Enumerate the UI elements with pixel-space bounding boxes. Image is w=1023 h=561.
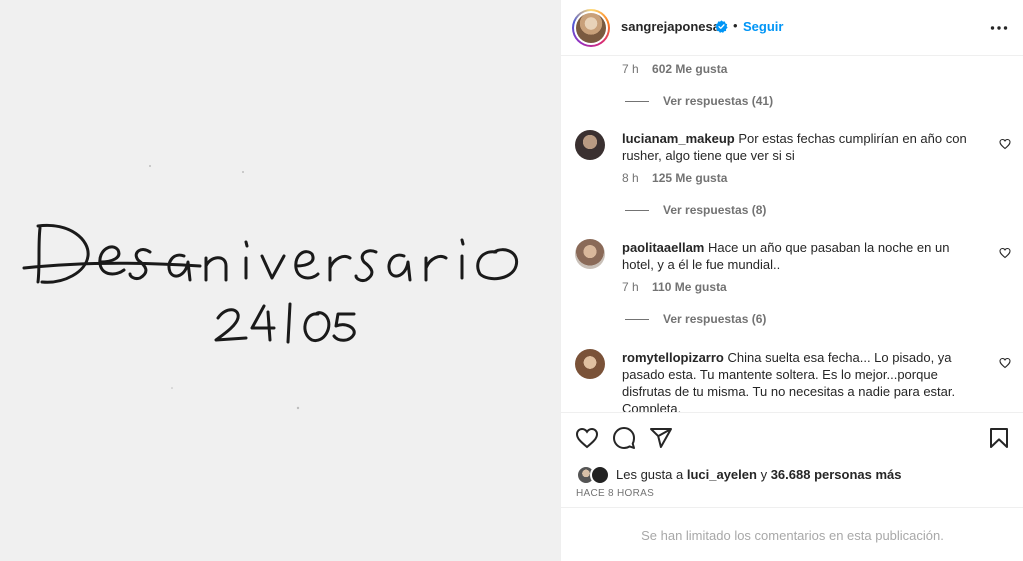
view-replies-button[interactable]: Ver respuestas (6) (625, 312, 766, 326)
comment-time: 7 h (622, 62, 639, 76)
commenter-username[interactable]: paolitaaellam (622, 240, 704, 255)
liker-username[interactable]: luci_ayelen (687, 467, 757, 482)
comment-time: 8 h (622, 171, 639, 185)
view-replies-button[interactable]: Ver respuestas (8) (625, 203, 766, 217)
view-replies-button[interactable]: Ver respuestas (41) (625, 94, 773, 108)
comment-likes[interactable]: 602 Me gusta (652, 62, 727, 76)
comment-text: lucianam_makeup Por estas fechas cumplir… (622, 130, 982, 164)
comment-item: romytellopizarro China suelta esa fecha.… (575, 349, 1015, 412)
commenter-avatar[interactable] (575, 130, 605, 160)
comment-icon[interactable] (612, 426, 636, 450)
comment-meta: 8 h 125 Me gusta (622, 171, 727, 185)
verified-badge-icon (715, 20, 728, 33)
comments-list[interactable]: 7 h 602 Me gusta Ver respuestas (41) luc… (561, 57, 1023, 412)
likes-summary: Les gusta a luci_ayelen y 36.688 persona… (576, 465, 1016, 485)
likes-count-link[interactable]: 36.688 personas más (771, 467, 902, 482)
comment-meta: 7 h 110 Me gusta (622, 280, 727, 294)
commenter-username[interactable]: romytellopizarro (622, 350, 724, 365)
post-image[interactable] (0, 0, 560, 561)
commenter-avatar[interactable] (575, 239, 605, 269)
post-timestamp[interactable]: HACE 8 HORAS (576, 488, 654, 499)
comment-text: paolitaaellam Hace un año que pasaban la… (622, 239, 982, 273)
comment-meta: 7 h 602 Me gusta (622, 62, 727, 76)
post-actions: Les gusta a luci_ayelen y 36.688 persona… (561, 412, 1023, 561)
liker-avatar (590, 465, 610, 485)
bookmark-icon[interactable] (987, 426, 1011, 450)
post-side-panel: sangrejaponesa • Seguir 7 h 602 Me gusta… (560, 0, 1023, 561)
comment-text: romytellopizarro China suelta esa fecha.… (622, 349, 982, 412)
author-avatar[interactable] (572, 9, 610, 47)
heart-icon[interactable] (575, 426, 599, 450)
more-options-icon[interactable] (989, 18, 1009, 38)
commenter-username[interactable]: lucianam_makeup (622, 131, 735, 146)
author-username[interactable]: sangrejaponesa (621, 19, 720, 34)
send-icon[interactable] (649, 426, 673, 450)
header-separator: • (733, 18, 738, 33)
comment-like-icon[interactable] (999, 247, 1011, 259)
post-header: sangrejaponesa • Seguir (561, 0, 1023, 56)
comments-limited-notice: Se han limitado los comentarios en esta … (561, 507, 1023, 561)
handwritten-text-image (22, 165, 519, 410)
comment-like-icon[interactable] (999, 357, 1011, 369)
likes-text: Les gusta a luci_ayelen y 36.688 persona… (616, 467, 902, 482)
comment-time: 7 h (622, 280, 639, 294)
comment-like-icon[interactable] (999, 138, 1011, 150)
follow-button[interactable]: Seguir (743, 19, 783, 34)
comment-likes[interactable]: 110 Me gusta (652, 280, 727, 294)
commenter-avatar[interactable] (575, 349, 605, 379)
comment-likes[interactable]: 125 Me gusta (652, 171, 727, 185)
